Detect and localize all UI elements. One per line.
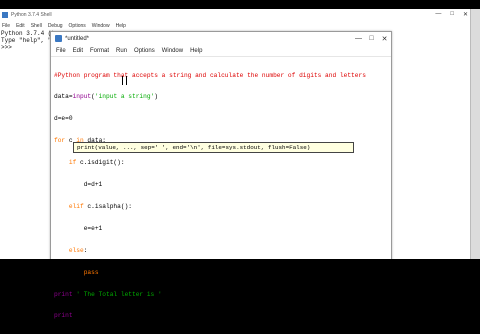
shell-menu-debug[interactable]: Debug [48, 23, 63, 29]
menu-file[interactable]: File [56, 48, 66, 54]
code-line: print( [54, 312, 388, 319]
code-line: d=d+1 [54, 181, 388, 188]
menu-run[interactable]: Run [116, 48, 127, 54]
string-token: ' The Total letter is ' [76, 290, 162, 298]
code-token: %e) [161, 290, 173, 298]
minimize-icon[interactable]: — [435, 11, 441, 18]
code-line: else: [54, 247, 388, 254]
calltip-tooltip: print(value, ..., sep=' ', end='\n', fil… [73, 142, 354, 153]
code-token: data= [54, 93, 73, 101]
close-icon[interactable]: ✕ [463, 11, 468, 18]
code-editor-area[interactable]: #Python program that accepts a string an… [54, 57, 388, 320]
code-token: ) [154, 93, 159, 101]
keyword-token: elif [68, 202, 84, 210]
menu-options[interactable]: Options [134, 48, 155, 54]
code-token: : [83, 246, 88, 254]
code-token: d=d+1 [54, 181, 103, 189]
shell-menu-help[interactable]: Help [116, 23, 126, 29]
shell-menubar: File Edit Shell Debug Options Window Hel… [0, 21, 470, 30]
keyword-token: else [68, 246, 84, 254]
editor-menubar: File Edit Format Run Options Window Help [51, 45, 391, 57]
python-icon [55, 35, 62, 42]
maximize-icon[interactable]: □ [450, 11, 454, 18]
keyword-token: for [54, 137, 66, 145]
menu-edit[interactable]: Edit [73, 48, 83, 54]
menu-format[interactable]: Format [90, 48, 109, 54]
minimize-icon[interactable]: — [352, 32, 365, 45]
close-icon[interactable]: ✕ [378, 32, 391, 45]
comment-text: #Python program that accepts a string an… [54, 71, 366, 79]
menu-help[interactable]: Help [190, 48, 202, 54]
code-line: e=e+1 [54, 225, 388, 232]
builtin-token: print [54, 290, 73, 298]
shell-menu-options[interactable]: Options [69, 23, 86, 29]
builtin-token: print [54, 312, 73, 320]
code-line: #Python program that accepts a string an… [54, 72, 388, 79]
editor-titlebar[interactable]: *untitled* — □ ✕ [51, 32, 391, 45]
shell-menu-edit[interactable]: Edit [16, 23, 25, 29]
code-line: if c.isdigit(): [54, 159, 388, 166]
python-icon [2, 12, 8, 18]
shell-menu-window[interactable]: Window [92, 23, 110, 29]
shell-menu-shell[interactable]: Shell [31, 23, 42, 29]
shell-titlebar[interactable]: Python 3.7.4 Shell — □ ✕ [0, 9, 470, 21]
shell-title: Python 3.7.4 Shell [11, 12, 52, 18]
code-token: c.isalpha(): [83, 202, 132, 210]
bottom-letterbox [0, 259, 480, 270]
menu-window[interactable]: Window [162, 48, 183, 54]
code-token: e=e+1 [54, 224, 103, 232]
shell-window-controls: — □ ✕ [435, 11, 468, 18]
editor-window-controls: — □ ✕ [352, 32, 391, 45]
builtin-token: input [72, 93, 92, 101]
editor-title: *untitled* [65, 35, 90, 42]
code-line: print(' The Total letter is '%e) [54, 291, 388, 298]
top-letterbox [0, 0, 480, 9]
maximize-icon[interactable]: □ [365, 32, 378, 45]
shell-menu-file[interactable]: File [2, 23, 10, 29]
code-token: c.isdigit(): [76, 159, 125, 167]
code-token: d=e=0 [54, 115, 73, 123]
code-line: elif c.isalpha(): [54, 203, 388, 210]
text-cursor [76, 312, 78, 319]
code-line: d=e=0 [54, 115, 388, 122]
code-line: data=input('input a string') [54, 93, 388, 100]
desktop: Python 3.7.4 Shell — □ ✕ File Edit Shell… [0, 0, 480, 320]
string-token: 'input a string' [94, 93, 155, 101]
ibeam-cursor-icon [122, 76, 127, 85]
